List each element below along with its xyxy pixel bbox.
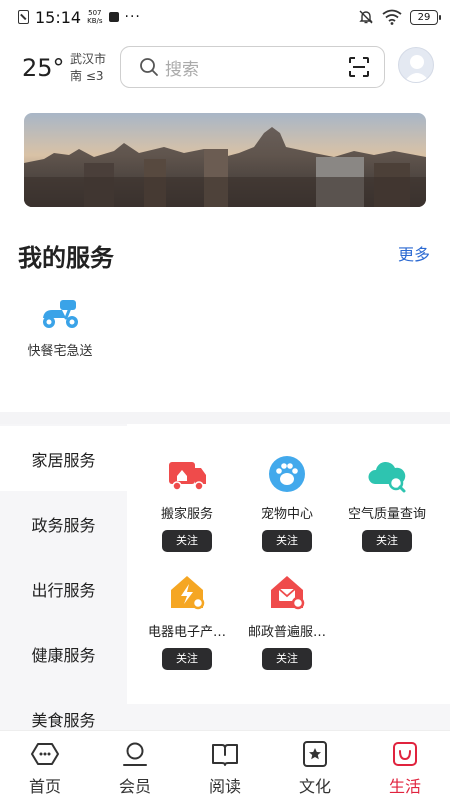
no-sim-icon xyxy=(18,10,29,24)
tab-label: 会员 xyxy=(118,777,151,796)
service-name: 电器电子产… xyxy=(147,625,226,640)
search-icon xyxy=(140,58,158,76)
follow-button[interactable]: 关注 xyxy=(362,530,412,552)
follow-button[interactable]: 关注 xyxy=(162,648,212,670)
status-time: 15:14 xyxy=(35,7,82,27)
status-bar: 15:14 507 KB/s ··· 29 xyxy=(0,0,450,34)
moving-truck-icon xyxy=(169,462,206,491)
network-speed: 507 KB/s xyxy=(87,9,102,25)
follow-button[interactable]: 关注 xyxy=(262,648,312,670)
cloud-search-icon xyxy=(368,461,406,493)
section-divider xyxy=(0,412,450,424)
avatar[interactable] xyxy=(398,47,434,83)
tab-label: 首页 xyxy=(28,777,61,796)
scan-icon[interactable] xyxy=(348,56,370,78)
category-nav: 家居服务 政务服务 出行服务 健康服务 美食服务 xyxy=(0,424,127,730)
more-notifications-icon: ··· xyxy=(124,9,141,25)
tab-reading[interactable]: 阅读 xyxy=(180,731,270,800)
category-label: 政务服务 xyxy=(31,515,96,535)
network-speed-value: 507 xyxy=(88,9,102,17)
service-item-electronics[interactable]: 电器电子产… 关注 xyxy=(137,572,237,670)
tab-label: 生活 xyxy=(388,777,421,796)
service-item-postal[interactable]: 邮政普遍服… 关注 xyxy=(237,572,337,670)
category-label: 家居服务 xyxy=(31,450,96,470)
network-speed-unit: KB/s xyxy=(87,17,103,25)
category-label: 出行服务 xyxy=(31,580,96,600)
weather-temperature[interactable]: 25° xyxy=(22,54,65,82)
follow-button[interactable]: 关注 xyxy=(162,530,212,552)
wifi-icon xyxy=(382,9,402,25)
service-item-moving[interactable]: 搬家服务 关注 xyxy=(137,454,237,552)
life-bag-icon xyxy=(393,742,417,766)
service-name: 空气质量查询 xyxy=(347,507,426,522)
home-icon xyxy=(31,743,59,765)
category-travel-services[interactable]: 出行服务 xyxy=(0,556,127,621)
tab-label: 阅读 xyxy=(208,777,241,796)
category-label: 健康服务 xyxy=(31,645,96,665)
service-grid: 搬家服务 关注 宠物中心 关注 空气质量查询 关注 电器电子产… 关注 邮政普遍… xyxy=(127,424,450,730)
lightning-house-icon xyxy=(171,576,205,610)
my-services-title: 我的服务 xyxy=(18,244,114,272)
tab-home[interactable]: 首页 xyxy=(0,731,90,800)
member-icon xyxy=(123,742,147,766)
category-label: 美食服务 xyxy=(31,710,96,730)
service-name: 宠物中心 xyxy=(260,507,313,522)
weather-info[interactable]: 武汉市 南 ≤3 xyxy=(70,51,106,85)
tab-member[interactable]: 会员 xyxy=(90,731,180,800)
service-name: 搬家服务 xyxy=(160,507,213,522)
city-skyline-picture xyxy=(24,113,426,207)
battery-indicator: 29 xyxy=(410,9,441,25)
paw-icon xyxy=(269,456,305,492)
more-link[interactable]: 更多 xyxy=(398,241,430,265)
weather-wind: 南 ≤3 xyxy=(70,69,104,83)
city-banner-image[interactable] xyxy=(24,113,426,207)
tab-culture[interactable]: 文化 xyxy=(270,731,360,800)
search-placeholder: 搜索 xyxy=(165,59,199,80)
tab-life[interactable]: 生活 xyxy=(360,731,450,800)
search-input[interactable]: 搜索 xyxy=(120,46,385,88)
scooter-icon xyxy=(43,300,78,328)
category-government-services[interactable]: 政务服务 xyxy=(0,491,127,556)
service-item-pet-center[interactable]: 宠物中心 关注 xyxy=(237,454,337,552)
service-item-air-quality[interactable]: 空气质量查询 关注 xyxy=(337,454,437,552)
quick-service-label: 快餐宅急送 xyxy=(27,344,93,359)
user-avatar-icon xyxy=(404,55,430,82)
service-name: 邮政普遍服… xyxy=(247,625,326,640)
category-health-services[interactable]: 健康服务 xyxy=(0,621,127,686)
quick-service-item[interactable]: 快餐宅急送 xyxy=(22,296,98,359)
mail-house-icon xyxy=(271,576,305,610)
bottom-tab-bar: 首页 会员 阅读 文化 生活 xyxy=(0,730,450,800)
weather-city: 武汉市 xyxy=(70,52,107,66)
book-icon xyxy=(212,744,238,766)
mute-bell-icon xyxy=(359,10,373,24)
follow-button[interactable]: 关注 xyxy=(262,530,312,552)
star-card-icon xyxy=(303,741,327,767)
grid-bottom-divider xyxy=(127,704,450,730)
tab-label: 文化 xyxy=(298,777,331,796)
top-header: 25° 武汉市 南 ≤3 搜索 xyxy=(0,44,450,92)
notification-app-icon xyxy=(108,12,119,22)
category-home-services[interactable]: 家居服务 xyxy=(0,426,127,491)
